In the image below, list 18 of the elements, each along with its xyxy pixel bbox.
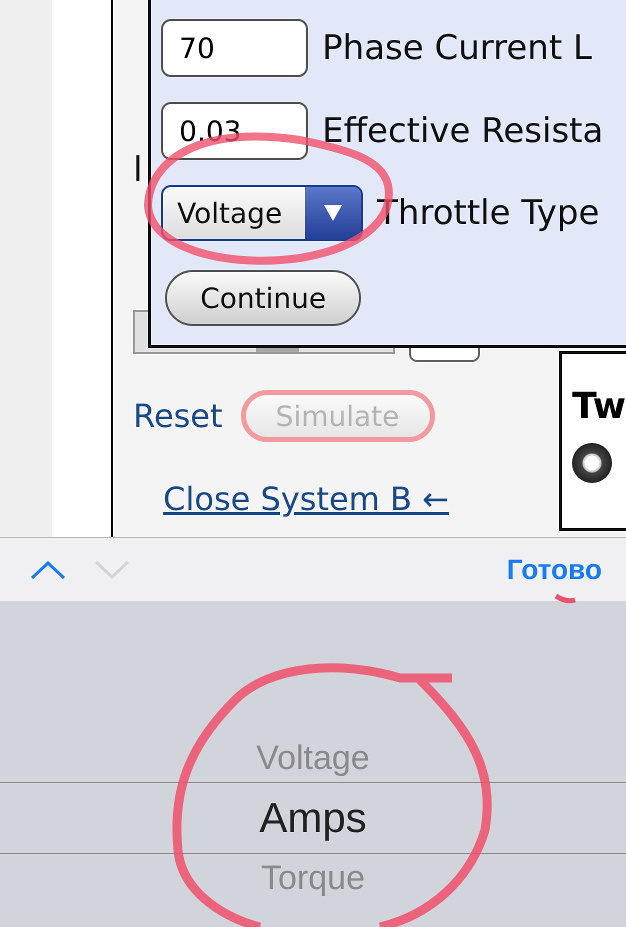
field-label: Effective Resista xyxy=(322,111,604,151)
input-field[interactable]: 70 xyxy=(161,19,308,77)
field-label: Phase Current L xyxy=(322,28,592,68)
previous-button[interactable] xyxy=(30,560,66,580)
radio-button[interactable] xyxy=(572,443,612,483)
chevron-up-icon xyxy=(30,560,66,580)
picker-option[interactable]: Amps xyxy=(0,782,626,854)
close-system-link[interactable]: Close System B ← xyxy=(163,480,449,518)
dropdown-arrow-icon xyxy=(323,204,344,222)
field-label: Throttle Type xyxy=(377,193,600,233)
chevron-down-icon xyxy=(94,560,130,580)
reset-link[interactable]: Reset xyxy=(133,397,223,435)
partial-text: l xyxy=(133,150,144,190)
continue-button[interactable]: Continue xyxy=(165,270,362,326)
annotation-mark xyxy=(554,594,576,604)
throttle-select[interactable]: Voltage xyxy=(161,185,364,241)
done-button[interactable]: Готово xyxy=(500,552,608,586)
side-heading: Tw xyxy=(572,389,626,425)
